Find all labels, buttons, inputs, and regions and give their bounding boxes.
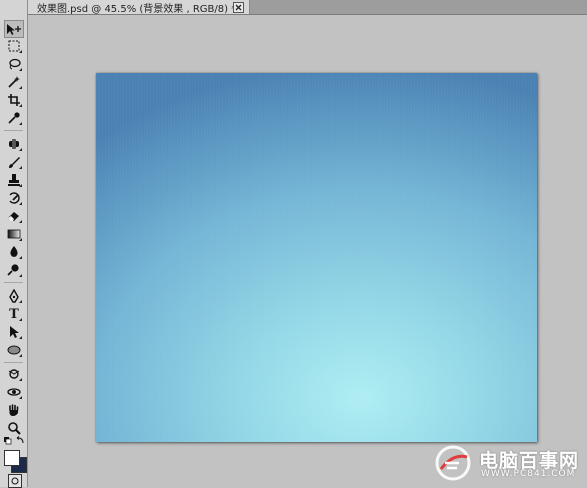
document-canvas[interactable]: [96, 73, 537, 442]
eraser-tool[interactable]: [5, 208, 23, 224]
tools-panel: T: [0, 0, 28, 488]
lasso-tool[interactable]: [5, 56, 23, 72]
healing-brush-tool[interactable]: [5, 136, 23, 152]
close-icon: [235, 4, 242, 11]
gradient-tool[interactable]: [5, 226, 23, 242]
brush-tool[interactable]: [5, 154, 23, 170]
crop-tool[interactable]: [5, 92, 23, 108]
history-brush-tool[interactable]: [5, 190, 23, 206]
dodge-tool[interactable]: [5, 262, 23, 278]
move-tool[interactable]: [4, 20, 24, 38]
blur-tool[interactable]: [5, 244, 23, 260]
type-icon: T: [9, 306, 19, 322]
clone-stamp-tool[interactable]: [5, 172, 23, 188]
hand-tool[interactable]: [5, 402, 23, 418]
watermark: 电脑百事网 WWW.PC841.COM: [433, 441, 583, 485]
move-icon: [7, 24, 21, 35]
document-tab-bar: 效果图.psd @ 45.5% (背景效果 , RGB/8) *: [28, 0, 587, 15]
color-controls[interactable]: [3, 436, 25, 446]
magic-wand-tool[interactable]: [5, 74, 23, 90]
zoom-tool[interactable]: [5, 420, 23, 436]
marquee-tool[interactable]: [5, 38, 23, 54]
zoom-icon: [8, 422, 21, 435]
watermark-logo-icon: [435, 445, 471, 481]
path-selection-tool[interactable]: [5, 324, 23, 340]
pen-tool[interactable]: [5, 288, 23, 304]
document-tab-title: 效果图.psd @ 45.5% (背景效果 , RGB/8) *: [37, 3, 237, 15]
default-colors-icon: [4, 436, 24, 445]
3d-orbit-tool[interactable]: [5, 384, 23, 400]
watermark-url: WWW.PC841.COM: [481, 469, 576, 479]
type-tool[interactable]: T: [5, 306, 23, 322]
hand-icon: [9, 404, 19, 416]
quick-mask-button[interactable]: [8, 474, 22, 488]
foreground-color-swatch[interactable]: [4, 450, 20, 466]
3d-rotate-tool[interactable]: [5, 366, 23, 382]
quick-mask-icon: [11, 477, 19, 485]
document-tab[interactable]: 效果图.psd @ 45.5% (背景效果 , RGB/8) *: [28, 0, 250, 15]
shape-tool[interactable]: [5, 342, 23, 358]
eyedropper-tool[interactable]: [5, 110, 23, 126]
tab-close-button[interactable]: [233, 2, 244, 13]
